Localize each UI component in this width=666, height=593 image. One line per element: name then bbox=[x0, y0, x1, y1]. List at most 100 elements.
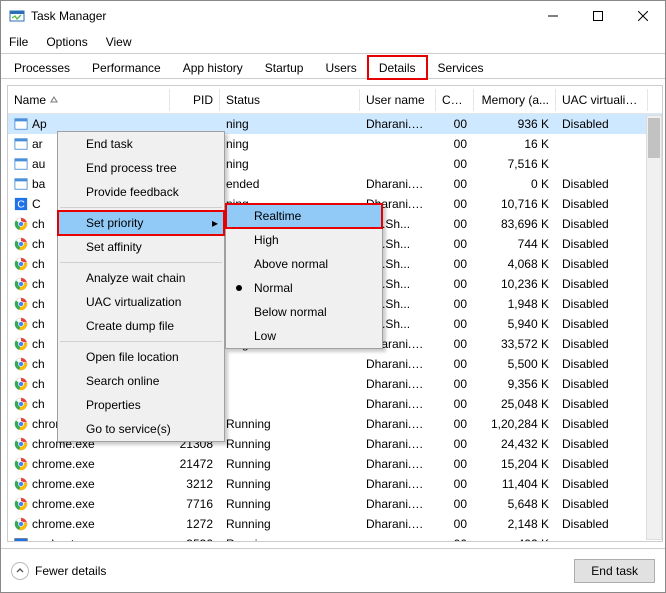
col-status[interactable]: Status bbox=[220, 89, 360, 111]
process-uac: Disabled bbox=[556, 353, 648, 375]
process-icon bbox=[14, 157, 28, 171]
ctx-open-location[interactable]: Open file location bbox=[58, 345, 224, 369]
process-user bbox=[360, 140, 436, 148]
col-user[interactable]: User name bbox=[360, 89, 436, 111]
tab-processes[interactable]: Processes bbox=[3, 56, 81, 79]
end-task-button[interactable]: End task bbox=[574, 559, 655, 583]
col-memory[interactable]: Memory (a... bbox=[474, 89, 556, 111]
process-uac: Disabled bbox=[556, 453, 648, 475]
ctx-set-priority[interactable]: Set priority ▸ bbox=[58, 211, 224, 235]
ctx-set-priority-label: Set priority bbox=[86, 216, 143, 230]
priority-low[interactable]: Low bbox=[226, 324, 382, 348]
ctx-feedback[interactable]: Provide feedback bbox=[58, 180, 224, 204]
process-memory: 15,204 K bbox=[474, 453, 556, 475]
ctx-set-affinity[interactable]: Set affinity bbox=[58, 235, 224, 259]
scroll-thumb[interactable] bbox=[648, 118, 660, 158]
tab-startup[interactable]: Startup bbox=[254, 56, 315, 79]
fewer-details-button[interactable]: Fewer details bbox=[11, 562, 574, 580]
process-name: au bbox=[32, 157, 45, 171]
priority-high[interactable]: High bbox=[226, 228, 382, 252]
process-icon bbox=[14, 537, 28, 541]
ctx-end-tree[interactable]: End process tree bbox=[58, 156, 224, 180]
col-cpu[interactable]: CPU bbox=[436, 89, 474, 111]
process-status: ning bbox=[220, 114, 360, 135]
process-name: chrome.exe bbox=[32, 517, 95, 531]
priority-realtime[interactable]: Realtime bbox=[226, 204, 382, 228]
ctx-goto-services[interactable]: Go to service(s) bbox=[58, 417, 224, 441]
process-icon bbox=[14, 417, 28, 431]
minimize-button[interactable] bbox=[530, 2, 575, 31]
process-user: Dharani.Sh... bbox=[360, 453, 436, 475]
process-cpu: 00 bbox=[436, 333, 474, 355]
process-user: Dharani.Sh... bbox=[360, 513, 436, 535]
process-memory: 10,716 K bbox=[474, 193, 556, 215]
process-uac: Disabled bbox=[556, 273, 648, 295]
ctx-search-online[interactable]: Search online bbox=[58, 369, 224, 393]
ctx-properties[interactable]: Properties bbox=[58, 393, 224, 417]
process-icon bbox=[14, 217, 28, 231]
table-row[interactable]: chrome.exe1272RunningDharani.Sh...002,14… bbox=[8, 514, 662, 534]
process-name: ch bbox=[32, 237, 45, 251]
sort-asc-icon bbox=[50, 96, 58, 104]
tab-users[interactable]: Users bbox=[314, 56, 367, 79]
task-manager-window: Task Manager File Options View Processes… bbox=[0, 0, 666, 593]
process-uac: Disabled bbox=[556, 313, 648, 335]
content-area: Name PID Status User name CPU Memory (a.… bbox=[1, 79, 665, 548]
table-row[interactable]: chrome.exe21472RunningDharani.Sh...0015,… bbox=[8, 454, 662, 474]
ctx-dump[interactable]: Create dump file bbox=[58, 314, 224, 338]
process-name: ch bbox=[32, 297, 45, 311]
col-pid[interactable]: PID bbox=[170, 89, 220, 111]
process-cpu: 00 bbox=[436, 373, 474, 395]
ctx-separator bbox=[60, 262, 222, 263]
priority-below-normal[interactable]: Below normal bbox=[226, 300, 382, 324]
process-uac bbox=[556, 160, 648, 168]
process-name: ch bbox=[32, 377, 45, 391]
table-row[interactable]: conhost.exe3532Running00492 K bbox=[8, 534, 662, 541]
tab-services[interactable]: Services bbox=[427, 56, 495, 79]
process-memory: 5,500 K bbox=[474, 353, 556, 375]
table-row[interactable]: chrome.exe3212RunningDharani.Sh...0011,4… bbox=[8, 474, 662, 494]
process-name: ch bbox=[32, 357, 45, 371]
process-memory: 7,516 K bbox=[474, 153, 556, 175]
col-uac[interactable]: UAC virtualizat... bbox=[556, 89, 648, 111]
vertical-scrollbar[interactable] bbox=[646, 115, 662, 540]
process-pid: 21472 bbox=[170, 453, 220, 475]
process-name: ba bbox=[32, 177, 45, 191]
ctx-uac[interactable]: UAC virtualization bbox=[58, 290, 224, 314]
ctx-end-task[interactable]: End task bbox=[58, 132, 224, 156]
tab-app-history[interactable]: App history bbox=[172, 56, 254, 79]
table-row[interactable]: chrome.exe7716RunningDharani.Sh...005,64… bbox=[8, 494, 662, 514]
process-status bbox=[220, 380, 360, 388]
menu-view[interactable]: View bbox=[104, 33, 134, 51]
process-memory: 25,048 K bbox=[474, 393, 556, 415]
priority-above-normal[interactable]: Above normal bbox=[226, 252, 382, 276]
process-user: Dharani.Sh... bbox=[360, 173, 436, 195]
process-cpu: 00 bbox=[436, 313, 474, 335]
process-memory: 4,068 K bbox=[474, 253, 556, 275]
process-cpu: 00 bbox=[436, 233, 474, 255]
close-button[interactable] bbox=[620, 2, 665, 31]
menu-file[interactable]: File bbox=[7, 33, 30, 51]
process-memory: 744 K bbox=[474, 233, 556, 255]
process-name: ch bbox=[32, 217, 45, 231]
task-manager-icon bbox=[9, 8, 25, 24]
tab-details[interactable]: Details bbox=[368, 56, 427, 79]
tab-performance[interactable]: Performance bbox=[81, 56, 172, 79]
menu-options[interactable]: Options bbox=[44, 33, 89, 51]
process-icon bbox=[14, 357, 28, 371]
process-uac: Disabled bbox=[556, 253, 648, 275]
process-uac: Disabled bbox=[556, 393, 648, 415]
process-memory: 1,20,284 K bbox=[474, 413, 556, 435]
col-name[interactable]: Name bbox=[8, 89, 170, 111]
process-uac bbox=[556, 140, 648, 148]
process-icon bbox=[14, 377, 28, 391]
process-status: ning bbox=[220, 153, 360, 175]
process-name: chrome.exe bbox=[32, 497, 95, 511]
process-cpu: 00 bbox=[436, 533, 474, 541]
process-uac: Disabled bbox=[556, 413, 648, 435]
priority-normal[interactable]: Normal bbox=[226, 276, 382, 300]
ctx-analyze[interactable]: Analyze wait chain bbox=[58, 266, 224, 290]
process-name: C bbox=[32, 197, 41, 211]
maximize-button[interactable] bbox=[575, 2, 620, 31]
process-icon bbox=[14, 457, 28, 471]
